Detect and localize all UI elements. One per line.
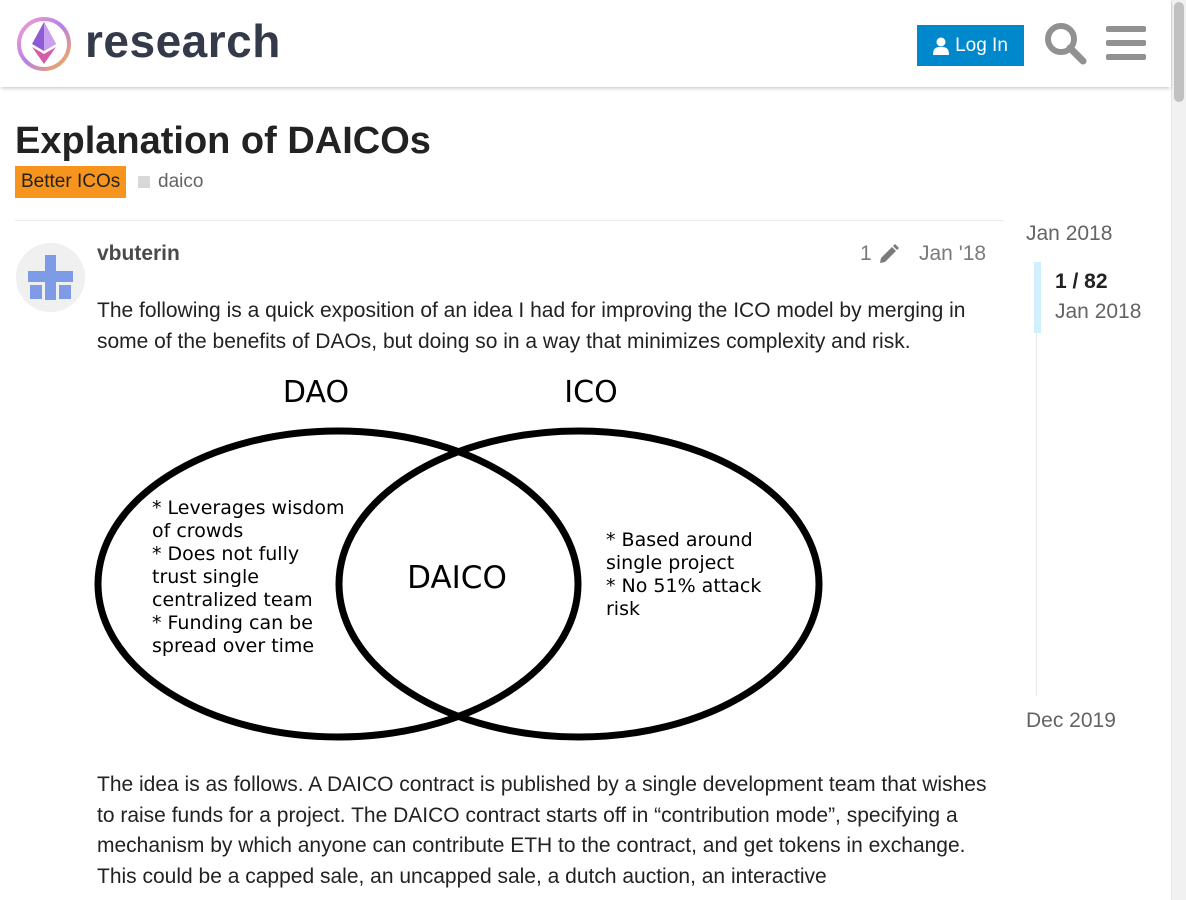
diagram-center-label: DAICO xyxy=(407,560,507,596)
site-logo[interactable]: research xyxy=(16,14,281,73)
diagram-left-line: spread over time xyxy=(152,635,314,657)
tag-square-icon xyxy=(138,176,150,188)
timeline-end-date[interactable]: Dec 2019 xyxy=(1026,709,1116,733)
site-header: research Log In xyxy=(0,0,1171,87)
dao-ico-venn-diagram[interactable]: DAO ICO DAICO * Leverages wisdom of crow… xyxy=(94,370,824,742)
timeline-position-date: Jan 2018 xyxy=(1055,300,1142,323)
pencil-icon xyxy=(879,244,899,263)
diagram-left-line: trust single xyxy=(152,566,259,588)
diagram-left-line: * Leverages wisdom xyxy=(152,497,344,519)
search-icon[interactable] xyxy=(1043,21,1087,65)
diagram-right-line: single project xyxy=(606,552,734,574)
scrollbar-thumb[interactable] xyxy=(1174,2,1184,102)
avatar[interactable] xyxy=(16,243,85,312)
post-date[interactable]: Jan '18 xyxy=(919,242,986,266)
divider xyxy=(15,220,1004,221)
login-button[interactable]: Log In xyxy=(917,25,1024,66)
timeline-scroll-handle[interactable] xyxy=(1034,262,1041,333)
page-scrollbar[interactable] xyxy=(1171,0,1186,900)
diagram-right-line: risk xyxy=(606,598,640,620)
diagram-left-line: centralized team xyxy=(152,589,313,611)
login-label: Log In xyxy=(955,34,1008,56)
user-icon xyxy=(933,37,950,55)
diagram-left-line: of crowds xyxy=(152,520,243,542)
timeline-start-date[interactable]: Jan 2018 xyxy=(1026,222,1112,246)
diagram-left-line: * Does not fully xyxy=(152,543,299,565)
ethereum-logo-icon xyxy=(17,17,71,71)
diagram-right-line: * No 51% attack xyxy=(606,575,761,597)
site-name: research xyxy=(85,14,281,67)
topic-tag[interactable]: daico xyxy=(138,168,203,196)
edit-history-button[interactable]: 1 xyxy=(860,242,900,266)
diagram-left-line: * Funding can be xyxy=(152,612,313,634)
post-author[interactable]: vbuterin xyxy=(97,242,180,266)
diagram-left-title: DAO xyxy=(283,375,349,410)
diagram-right-title: ICO xyxy=(564,375,617,410)
category-badge[interactable]: Better ICOs xyxy=(15,166,127,198)
post-paragraph: The following is a quick exposition of a… xyxy=(97,299,966,353)
tag-label: daico xyxy=(158,171,204,192)
hamburger-menu-icon[interactable] xyxy=(1106,24,1146,62)
identicon-icon xyxy=(16,243,85,312)
topic-title[interactable]: Explanation of DAICOs xyxy=(15,120,431,163)
edit-count: 1 xyxy=(860,242,872,265)
timeline-position: 1 / 82 xyxy=(1055,270,1108,293)
diagram-right-line: * Based around xyxy=(606,529,753,551)
post-paragraph: The idea is as follows. A DAICO contract… xyxy=(97,773,987,888)
